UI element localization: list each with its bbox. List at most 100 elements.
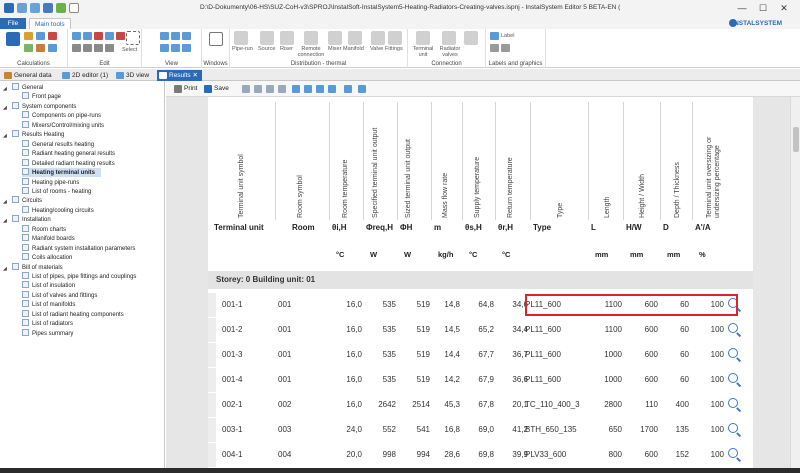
- save-icon[interactable]: [43, 3, 53, 13]
- check-icon[interactable]: [24, 32, 33, 40]
- tree-folder[interactable]: ◢ Results Heating: [3, 130, 64, 139]
- manifold-icon[interactable]: [348, 31, 362, 45]
- tree-item[interactable]: List of insulation: [22, 281, 75, 290]
- excel-icon[interactable]: [56, 3, 66, 13]
- tree-folder[interactable]: ◢ Circuits: [3, 196, 42, 205]
- tree-folder[interactable]: ◢ Bill of materials: [3, 262, 63, 272]
- zoom-icon[interactable]: [344, 85, 352, 93]
- valve-icon[interactable]: [371, 31, 385, 45]
- page-setup-icon[interactable]: [242, 85, 250, 93]
- zoom-all-icon[interactable]: [160, 44, 169, 52]
- mixer-icon[interactable]: [328, 31, 342, 45]
- label-icon[interactable]: [490, 32, 499, 40]
- search-icon[interactable]: [728, 323, 738, 333]
- multi-page-icon[interactable]: [316, 85, 324, 93]
- tree-item[interactable]: List of manifolds: [22, 300, 75, 309]
- zoom-in-icon[interactable]: [160, 32, 169, 40]
- tree-item[interactable]: List of pipes, pipe fittings and couplin…: [22, 272, 136, 281]
- search-icon[interactable]: [728, 423, 738, 433]
- valve-button[interactable]: Valve: [370, 46, 383, 52]
- expand-icon[interactable]: ◢: [3, 104, 7, 113]
- export-icon[interactable]: [254, 85, 262, 93]
- mirror-icon[interactable]: [105, 44, 114, 52]
- mixer-button[interactable]: Mixer: [328, 46, 341, 52]
- tree-item[interactable]: Detailed radiant heating results: [22, 158, 115, 168]
- tree-item[interactable]: Room charts: [22, 224, 66, 234]
- redo-icon[interactable]: [30, 3, 40, 13]
- save-icon[interactable]: [204, 85, 212, 93]
- riser-icon[interactable]: [280, 31, 294, 45]
- tree-item[interactable]: Radiant system installation parameters: [22, 243, 135, 253]
- copy-icon[interactable]: [105, 32, 114, 40]
- save-button[interactable]: Save: [214, 85, 229, 92]
- terminal-unit-icon[interactable]: [416, 31, 430, 45]
- search-icon[interactable]: [728, 398, 738, 408]
- report-icon[interactable]: [24, 44, 33, 52]
- refresh-icon[interactable]: [182, 44, 191, 52]
- rotate-icon[interactable]: [94, 44, 103, 52]
- tree-item[interactable]: Pipes summary: [22, 328, 73, 338]
- graphics-icon[interactable]: [490, 44, 499, 52]
- source-button[interactable]: Source: [258, 46, 275, 52]
- tree-item[interactable]: Heating/cooling circuits: [22, 205, 94, 215]
- windows-icon[interactable]: [209, 32, 223, 46]
- redo-edit-icon[interactable]: [83, 32, 92, 40]
- tree-item[interactable]: Mixers/Control/mixing units: [22, 120, 104, 130]
- scrollbar-thumb[interactable]: [793, 127, 799, 152]
- table-row[interactable]: 001-4 001 16,0 535 519 14,2 67,9 36,6 PL11_600 10…: [208, 368, 753, 392]
- fittings-icon[interactable]: [388, 31, 402, 45]
- tab-file[interactable]: File: [0, 18, 26, 29]
- undo-edit-icon[interactable]: [72, 32, 81, 40]
- two-pages-icon[interactable]: [304, 85, 312, 93]
- fit-icon[interactable]: [358, 85, 366, 93]
- zoom-window-icon[interactable]: [182, 32, 191, 40]
- minimize-button[interactable]: —: [735, 2, 749, 15]
- tree-item[interactable]: Coils allocation: [22, 253, 72, 262]
- tree-item[interactable]: List of radiators: [22, 319, 73, 328]
- single-page-icon[interactable]: [292, 85, 300, 93]
- close-button[interactable]: ✕: [777, 2, 791, 15]
- radiator-valves-button[interactable]: Radiator valves: [436, 46, 464, 58]
- terminal-unit-button[interactable]: Terminal unit: [410, 46, 436, 58]
- text-icon[interactable]: [501, 44, 510, 52]
- close-tab-icon[interactable]: ✕: [193, 72, 198, 79]
- print-button[interactable]: Print: [184, 85, 197, 92]
- undo-icon[interactable]: [17, 3, 27, 13]
- expand-icon[interactable]: ◢: [3, 85, 7, 94]
- expand-icon[interactable]: ◢: [3, 265, 7, 274]
- tab-general-data[interactable]: General data: [2, 70, 52, 81]
- settings-icon[interactable]: [48, 44, 57, 52]
- manifold-button[interactable]: Manifold: [343, 46, 364, 52]
- table-row[interactable]: 002-1 002 16,0 2642 2514 45,3 67,8 20,1 TC_110_4…: [208, 393, 753, 417]
- select-button[interactable]: Select: [122, 47, 137, 53]
- zoom-out-icon[interactable]: [171, 32, 180, 40]
- pan-icon[interactable]: [171, 44, 180, 52]
- tree-folder[interactable]: ◢ General: [3, 83, 43, 92]
- tree-folder[interactable]: ◢ Installation: [3, 215, 51, 224]
- table-row[interactable]: 001-3 001 16,0 535 519 14,4 67,7 36,7 PL11_600 10…: [208, 343, 753, 367]
- expand-icon[interactable]: ◢: [3, 198, 7, 207]
- tree-item[interactable]: Components on pipe-runs: [22, 111, 101, 120]
- move-icon[interactable]: [83, 44, 92, 52]
- tree-item[interactable]: Heating terminal units: [22, 168, 102, 178]
- print-icon[interactable]: [174, 85, 182, 93]
- vertical-scrollbar[interactable]: [790, 97, 800, 473]
- align-icon[interactable]: [72, 44, 81, 52]
- tree-item[interactable]: List of rooms - heating: [22, 186, 91, 196]
- radiator-valves-icon[interactable]: [442, 31, 456, 45]
- tree-item[interactable]: Front page: [22, 92, 61, 101]
- pipe-run-icon[interactable]: [234, 31, 248, 45]
- tab-main-tools[interactable]: Main tools: [29, 18, 71, 29]
- table-row[interactable]: 003-1 003 24,0 552 541 16,8 69,0 41,2 BTH_650_13…: [208, 418, 753, 442]
- tab-3d-view[interactable]: 3D view: [114, 70, 149, 81]
- pipe-run-button[interactable]: Pipe-run: [232, 46, 253, 52]
- delete-icon[interactable]: [116, 32, 125, 40]
- remote-connection-icon[interactable]: [304, 31, 318, 45]
- search-icon[interactable]: [728, 348, 738, 358]
- tree-item[interactable]: List of valves and fittings: [22, 290, 97, 300]
- source-icon[interactable]: [260, 31, 274, 45]
- search-icon[interactable]: [728, 448, 738, 458]
- new-doc-icon[interactable]: [69, 3, 79, 13]
- search-icon[interactable]: [728, 373, 738, 383]
- table-row[interactable]: 001-2 001 16,0 535 519 14,5 65,2 34,4 PL11_600 11…: [208, 318, 753, 342]
